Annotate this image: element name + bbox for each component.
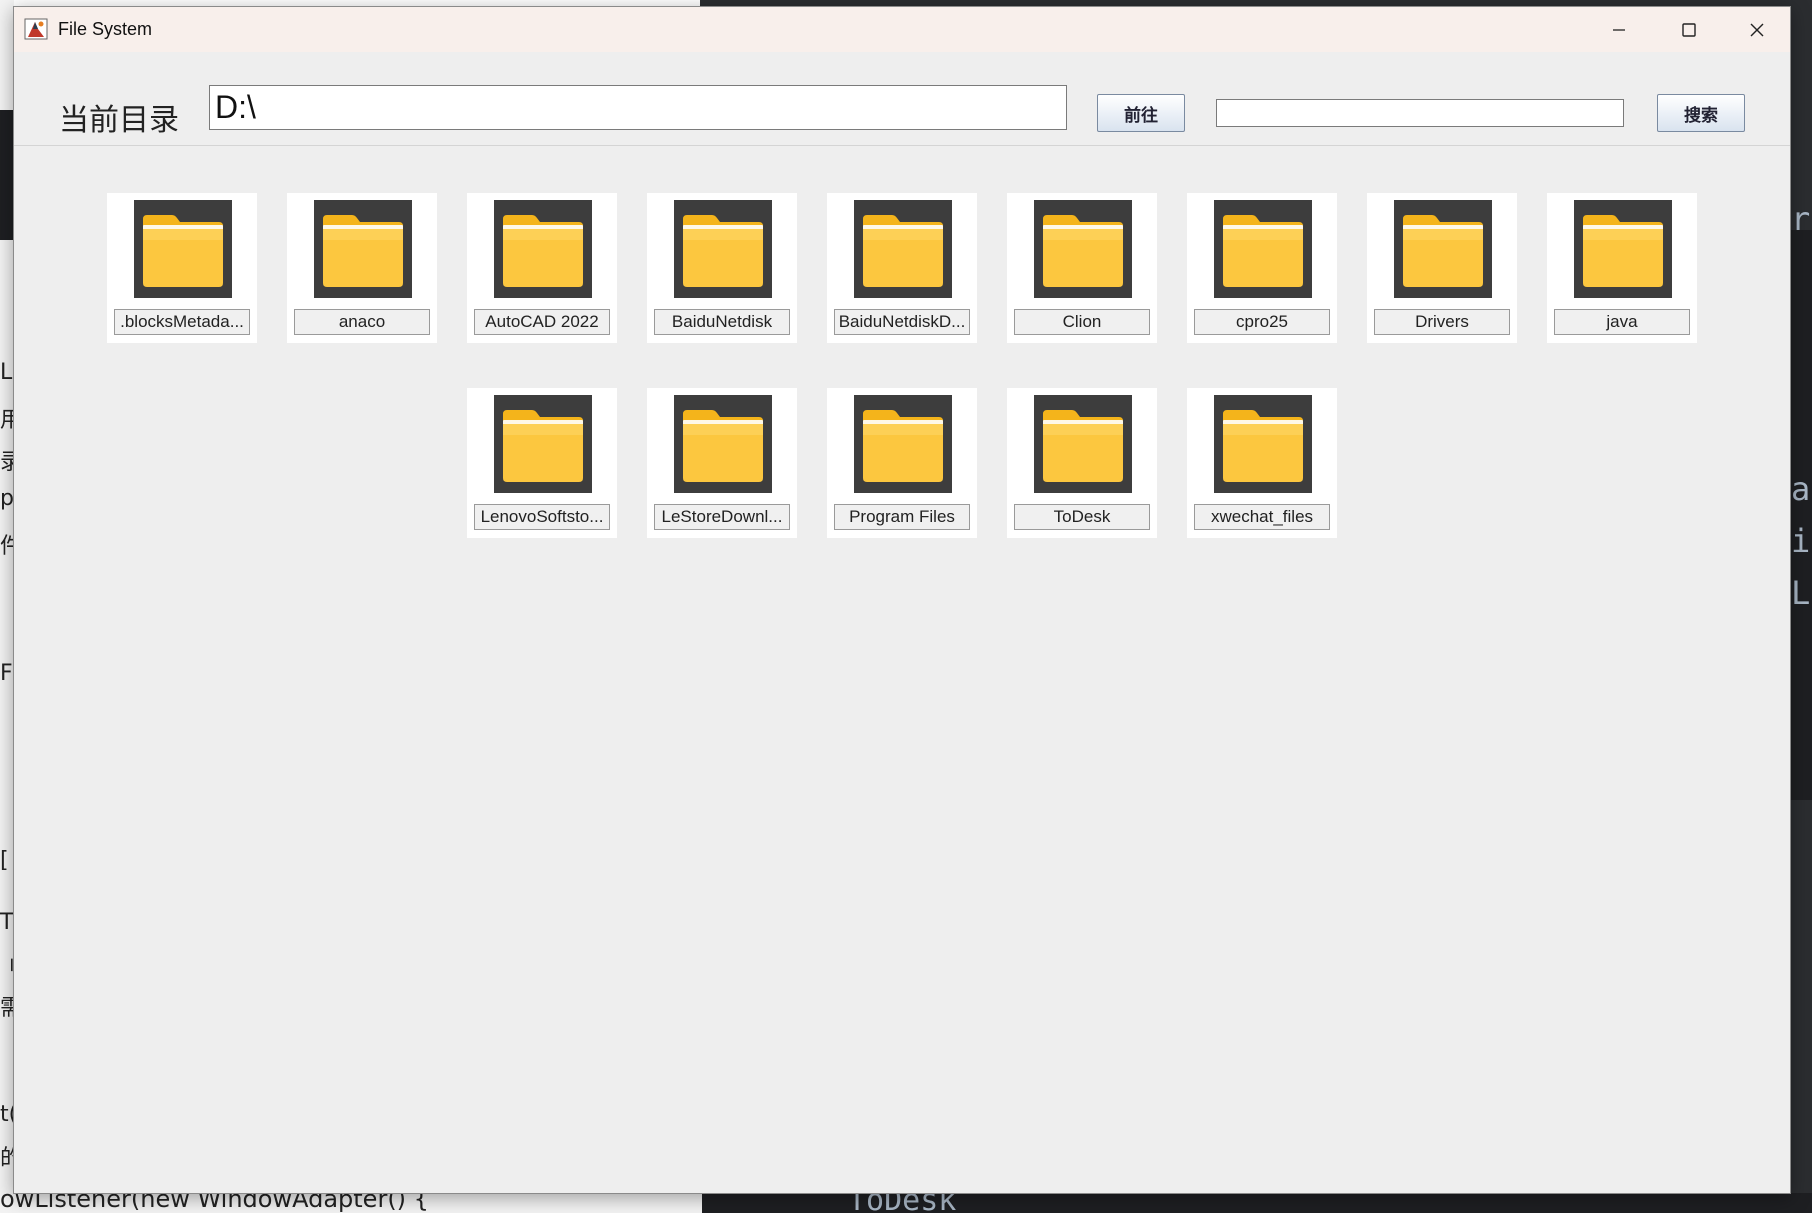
path-input[interactable] — [209, 85, 1067, 130]
folder-item[interactable]: BaiduNetdisk — [647, 193, 797, 343]
folder-icon-tile — [1034, 395, 1132, 493]
folder-icon-tile — [494, 200, 592, 298]
folder-icon — [503, 410, 583, 482]
window-title: File System — [58, 19, 153, 39]
folder-icon — [863, 215, 943, 287]
folder-icon-tile — [1574, 200, 1672, 298]
folder-name-label: xwechat_files — [1194, 504, 1330, 530]
background-editor-bottom: owListener(new WindowAdapter() { ToDesk — [0, 1193, 1812, 1213]
minimize-button[interactable] — [1584, 7, 1654, 52]
background-text: 需 — [0, 996, 14, 1021]
folder-icon-tile — [1034, 200, 1132, 298]
background-text: L — [1791, 574, 1811, 612]
title-bar[interactable]: File System — [14, 7, 1790, 52]
background-text: 件 — [0, 534, 14, 559]
folder-name-label: anaco — [294, 309, 430, 335]
search-button[interactable]: 搜索 — [1657, 94, 1745, 132]
folder-icon-tile — [1214, 395, 1312, 493]
folder-item[interactable]: Clion — [1007, 193, 1157, 343]
folder-icon — [1043, 410, 1123, 482]
background-text: 用 — [0, 408, 14, 433]
background-text: t( — [0, 1102, 14, 1127]
folder-item[interactable]: xwechat_files — [1187, 388, 1337, 538]
folder-icon — [143, 215, 223, 287]
file-system-window: File System 当前目录 前往 搜索 .blocksMetada... a… — [13, 6, 1791, 1194]
folder-item[interactable]: .blocksMetada... — [107, 193, 257, 343]
folder-name-label: ToDesk — [1014, 504, 1150, 530]
close-icon — [1750, 23, 1764, 36]
search-input[interactable] — [1216, 99, 1624, 127]
background-text: Li — [0, 360, 14, 385]
background-editor-right: r a i L — [1790, 0, 1812, 1213]
folder-icon — [323, 215, 403, 287]
folder-icon — [503, 215, 583, 287]
folder-item[interactable]: LenovoSoftsto... — [467, 388, 617, 538]
folder-item[interactable]: anaco — [287, 193, 437, 343]
folder-icon — [683, 410, 763, 482]
folder-icon-tile — [674, 200, 772, 298]
folder-item[interactable]: ToDesk — [1007, 388, 1157, 538]
background-text: a — [1791, 470, 1811, 508]
folder-name-label: LeStoreDownl... — [654, 504, 790, 530]
toolbar: 当前目录 前往 搜索 — [14, 52, 1790, 146]
folder-name-label: Program Files — [834, 504, 970, 530]
folder-name-label: BaiduNetdisk — [654, 309, 790, 335]
folder-icon — [683, 215, 763, 287]
folder-item[interactable]: Program Files — [827, 388, 977, 538]
folder-icon — [1403, 215, 1483, 287]
folder-name-label: java — [1554, 309, 1690, 335]
folder-item[interactable]: Drivers — [1367, 193, 1517, 343]
maximize-button[interactable] — [1654, 7, 1724, 52]
folder-icon-tile — [674, 395, 772, 493]
background-text: 的 — [0, 1146, 14, 1171]
folder-icon-tile — [1214, 200, 1312, 298]
background-text: p' — [0, 486, 14, 511]
background-text: [ — [0, 848, 9, 873]
maximize-icon — [1682, 22, 1696, 37]
java-app-icon — [24, 18, 48, 40]
folder-name-label: cpro25 — [1194, 309, 1330, 335]
background-code-text: ToDesk — [848, 1193, 957, 1213]
background-text: F — [0, 661, 13, 686]
background-editor-left: Li 用 录 p' 件 F [ Tl 刂 需 t( 的 — [0, 0, 14, 1213]
background-text: 录 — [0, 450, 14, 475]
background-text: i — [1791, 522, 1811, 560]
file-grid: .blocksMetada... anaco AutoCAD 2022 BaiduNe… — [14, 146, 1790, 1193]
folder-icon — [863, 410, 943, 482]
background-text: 刂 — [0, 956, 14, 981]
folder-icon — [1223, 410, 1303, 482]
folder-icon — [1043, 215, 1123, 287]
folder-item[interactable]: LeStoreDownl... — [647, 388, 797, 538]
minimize-icon — [1613, 28, 1625, 31]
folder-item[interactable]: cpro25 — [1187, 193, 1337, 343]
close-button[interactable] — [1722, 7, 1792, 52]
go-button[interactable]: 前往 — [1097, 94, 1185, 132]
folder-name-label: LenovoSoftsto... — [474, 504, 610, 530]
folder-name-label: Clion — [1014, 309, 1150, 335]
folder-item[interactable]: BaiduNetdiskD... — [827, 193, 977, 343]
folder-name-label: Drivers — [1374, 309, 1510, 335]
folder-icon-tile — [134, 200, 232, 298]
folder-name-label: .blocksMetada... — [114, 309, 250, 335]
folder-icon — [1223, 215, 1303, 287]
folder-icon — [1583, 215, 1663, 287]
folder-icon-tile — [314, 200, 412, 298]
folder-icon-tile — [854, 395, 952, 493]
background-text: Tl — [0, 910, 14, 935]
current-directory-label: 当前目录 — [59, 103, 179, 138]
background-text: r — [1791, 200, 1811, 238]
folder-icon-tile — [854, 200, 952, 298]
folder-icon-tile — [1394, 200, 1492, 298]
folder-name-label: AutoCAD 2022 — [474, 309, 610, 335]
folder-name-label: BaiduNetdiskD... — [834, 309, 970, 335]
background-code-line: owListener(new WindowAdapter() { — [0, 1193, 429, 1213]
folder-icon-tile — [494, 395, 592, 493]
folder-item[interactable]: java — [1547, 193, 1697, 343]
folder-item[interactable]: AutoCAD 2022 — [467, 193, 617, 343]
